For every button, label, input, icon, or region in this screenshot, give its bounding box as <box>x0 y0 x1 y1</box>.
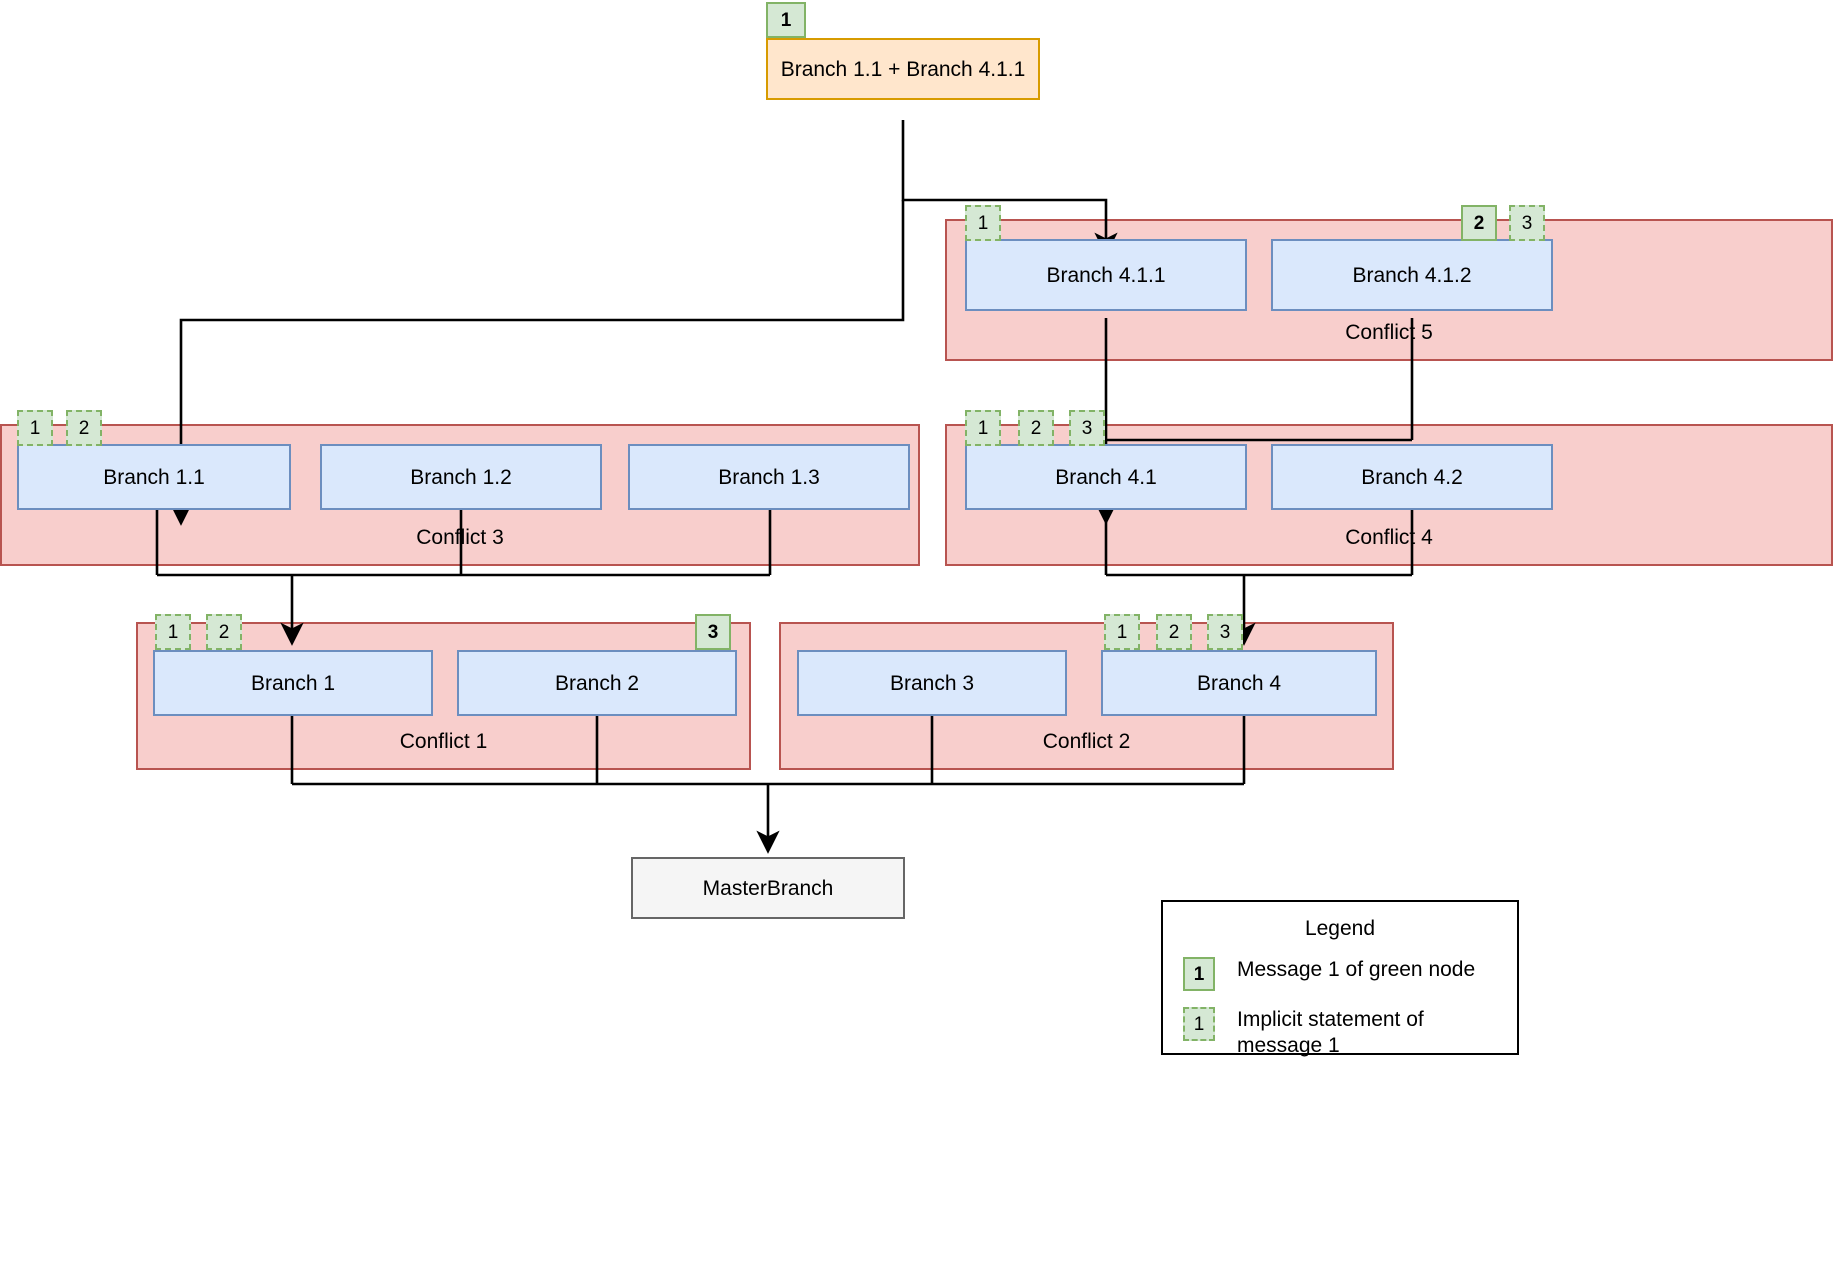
legend-item-text: Message 1 of green node <box>1237 958 1476 981</box>
node-label: Branch 3 <box>889 671 975 695</box>
legend-swatch-label: 1 <box>1193 963 1205 985</box>
diagram-canvas: Branch 1.1 + Branch 4.1.1 1 Conflict 5 B… <box>0 0 1838 1262</box>
node-label: Branch 4.1.2 <box>1352 263 1472 287</box>
node-label: Branch 2 <box>554 671 640 695</box>
node-branch-1-1[interactable]: Branch 1.1 <box>17 444 291 510</box>
node-masterbranch[interactable]: MasterBranch <box>631 857 905 919</box>
badge-label: 1 <box>29 417 41 439</box>
group-label-conflict-1: Conflict 1 <box>399 730 488 753</box>
badge-merge-node-1: 1 <box>766 2 806 38</box>
badge-conflict-1-1: 1 <box>155 614 191 650</box>
badge-label: 2 <box>78 417 90 439</box>
badge-conflict-5-3: 3 <box>1509 205 1545 241</box>
node-branch-2[interactable]: Branch 2 <box>457 650 737 716</box>
badge-label: 1 <box>780 9 792 31</box>
group-label-conflict-2: Conflict 2 <box>1042 730 1131 753</box>
node-branch-4[interactable]: Branch 4 <box>1101 650 1377 716</box>
badge-conflict-3-1: 1 <box>17 410 53 446</box>
badge-label: 1 <box>1116 621 1128 643</box>
node-branch-4-2[interactable]: Branch 4.2 <box>1271 444 1553 510</box>
node-label: Branch 1.1 <box>103 465 205 489</box>
badge-label: 1 <box>977 212 989 234</box>
badge-conflict-1-2: 2 <box>206 614 242 650</box>
badge-conflict-1-3: 3 <box>695 614 731 650</box>
badge-label: 3 <box>1081 417 1093 439</box>
node-label: Branch 4.1 <box>1055 465 1157 489</box>
node-label: Branch 4 <box>1196 671 1282 695</box>
legend-item-text: Implicit statement of message 1 <box>1237 1008 1424 1057</box>
badge-label: 1 <box>977 417 989 439</box>
badge-label: 3 <box>1219 621 1231 643</box>
badge-label: 1 <box>167 621 179 643</box>
legend-item-message: 1 Message 1 of green node <box>1183 957 1475 991</box>
node-branch-4-1-2[interactable]: Branch 4.1.2 <box>1271 239 1553 311</box>
merge-node-label: Branch 1.1 + Branch 4.1.1 <box>780 57 1026 81</box>
node-branch-3[interactable]: Branch 3 <box>797 650 1067 716</box>
legend-swatch-solid-badge: 1 <box>1183 957 1215 991</box>
badge-conflict-4-1: 1 <box>965 410 1001 446</box>
merge-node-branch-1-1-plus-branch-4-1-1[interactable]: Branch 1.1 + Branch 4.1.1 <box>766 38 1040 100</box>
group-label-conflict-4: Conflict 4 <box>1345 526 1433 549</box>
legend-swatch-label: 1 <box>1193 1013 1205 1035</box>
badge-conflict-4-2: 2 <box>1018 410 1054 446</box>
badge-label: 3 <box>1521 212 1533 234</box>
legend-item-implicit: 1 Implicit statement of message 1 <box>1183 1007 1507 1059</box>
node-branch-4-1-1[interactable]: Branch 4.1.1 <box>965 239 1247 311</box>
badge-conflict-5-1: 1 <box>965 205 1001 241</box>
badge-conflict-4-3: 3 <box>1069 410 1105 446</box>
node-branch-4-1[interactable]: Branch 4.1 <box>965 444 1247 510</box>
node-branch-1-2[interactable]: Branch 1.2 <box>320 444 602 510</box>
node-label: Branch 1.3 <box>718 465 820 489</box>
node-label: Branch 4.1.1 <box>1046 263 1166 287</box>
badge-label: 2 <box>1473 212 1485 234</box>
node-branch-1[interactable]: Branch 1 <box>153 650 433 716</box>
badge-label: 2 <box>1168 621 1180 643</box>
legend-title: Legend <box>1304 917 1376 940</box>
legend-panel: Legend 1 Message 1 of green node 1 Impli… <box>1161 900 1519 1057</box>
legend-swatch-dashed-badge: 1 <box>1183 1007 1215 1041</box>
group-label-conflict-3: Conflict 3 <box>416 526 504 549</box>
badge-conflict-2-3: 3 <box>1207 614 1243 650</box>
badge-conflict-3-2: 2 <box>66 410 102 446</box>
group-label-conflict-5: Conflict 5 <box>1345 321 1433 344</box>
node-label: Branch 1 <box>250 671 336 695</box>
node-label: MasterBranch <box>702 876 834 900</box>
node-label: Branch 4.2 <box>1361 465 1463 489</box>
badge-label: 3 <box>707 621 719 643</box>
badge-conflict-5-2: 2 <box>1461 205 1497 241</box>
node-branch-1-3[interactable]: Branch 1.3 <box>628 444 910 510</box>
badge-label: 2 <box>1030 417 1042 439</box>
badge-conflict-2-2: 2 <box>1156 614 1192 650</box>
badge-conflict-2-1: 1 <box>1104 614 1140 650</box>
node-label: Branch 1.2 <box>410 465 512 489</box>
badge-label: 2 <box>218 621 230 643</box>
